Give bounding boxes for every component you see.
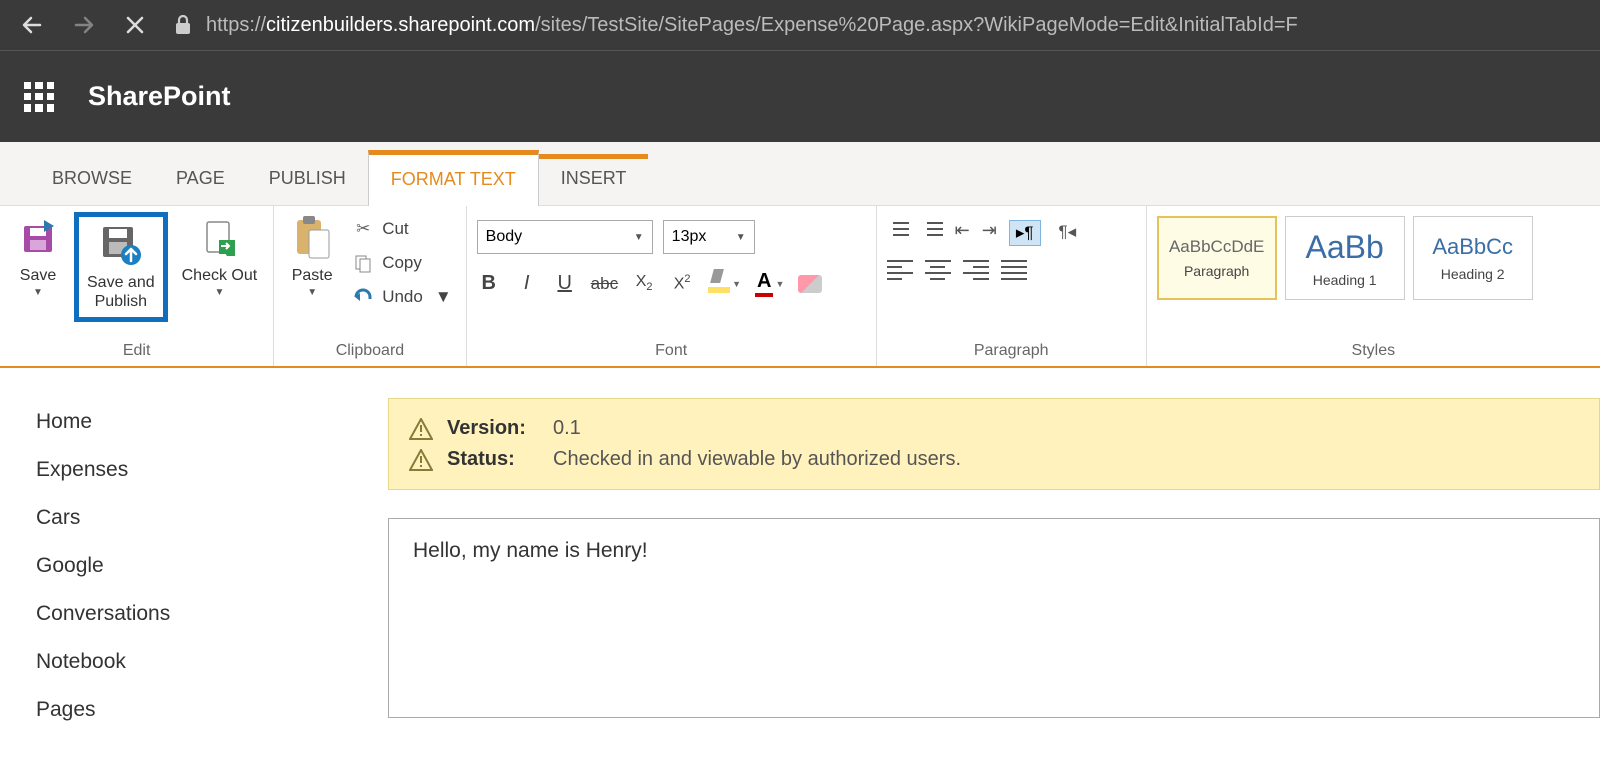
clear-format-button[interactable] [798, 275, 822, 293]
wiki-editor[interactable]: Hello, my name is Henry! [388, 518, 1600, 718]
undo-button[interactable]: Undo ▼ [348, 284, 455, 310]
strikethrough-button[interactable]: abc [591, 274, 618, 294]
warning-icon [409, 418, 433, 440]
ribbon-group-edit: Save ▼ Save and Publish Check Out ▼ Edit [0, 206, 274, 366]
check-out-button[interactable]: Check Out ▼ [176, 212, 264, 303]
sidebar-item-cars[interactable]: Cars [36, 494, 380, 542]
tab-browse[interactable]: BROWSE [30, 154, 154, 205]
bulleted-list-button[interactable] [887, 220, 909, 238]
copy-icon [352, 252, 374, 274]
sidebar-item-expenses[interactable]: Expenses [36, 446, 380, 494]
outdent-button[interactable]: ⇤ [955, 220, 970, 246]
save-and-publish-highlight: Save and Publish [74, 212, 168, 322]
subscript-button[interactable]: X2 [632, 273, 656, 293]
cut-button[interactable]: ✂ Cut [348, 216, 455, 242]
save-button[interactable]: Save ▼ [10, 212, 66, 303]
brand-label: SharePoint [88, 81, 231, 112]
save-and-publish-button[interactable]: Save and Publish [81, 219, 161, 315]
suite-bar: SharePoint [0, 50, 1600, 142]
main-content: HomeExpensesCarsGoogleConversationsNoteb… [0, 368, 1600, 765]
highlight-color-button[interactable]: ▼ [708, 275, 741, 293]
save-publish-icon [99, 223, 143, 267]
align-left-button[interactable] [887, 260, 913, 280]
font-color-icon: A [755, 270, 773, 297]
underline-button[interactable]: U [553, 272, 577, 295]
italic-button[interactable]: I [515, 272, 539, 295]
sidebar-item-conversations[interactable]: Conversations [36, 590, 380, 638]
cut-icon: ✂ [352, 218, 374, 240]
superscript-button[interactable]: X2 [670, 273, 694, 293]
address-bar[interactable]: https://citizenbuilders.sharepoint.com/s… [206, 14, 1298, 37]
status-bar: Version: 0.1 Status: Checked in and view… [388, 398, 1600, 490]
ribbon-group-paragraph: ⇤ ⇥ ▸¶ ¶◂ Paragraph [877, 206, 1147, 366]
numbered-list-button[interactable] [921, 220, 943, 238]
ribbon-tabs: BROWSE PAGE PUBLISH FORMAT TEXT INSERT [0, 142, 1600, 206]
font-size-dropdown[interactable]: 13px▼ [663, 220, 755, 254]
check-out-icon [197, 216, 241, 260]
tab-publish[interactable]: PUBLISH [247, 154, 368, 205]
paste-button[interactable]: Paste ▼ [284, 212, 340, 303]
align-justify-button[interactable] [1001, 260, 1027, 280]
save-icon [16, 216, 60, 260]
forward-button[interactable] [72, 13, 96, 37]
style-heading-2[interactable]: AaBbCcHeading 2 [1413, 216, 1533, 300]
highlighter-icon [708, 275, 730, 293]
style-heading-1[interactable]: AaBbHeading 1 [1285, 216, 1405, 300]
align-right-button[interactable] [963, 260, 989, 280]
browser-bar: https://citizenbuilders.sharepoint.com/s… [0, 0, 1600, 50]
copy-button[interactable]: Copy [348, 250, 455, 276]
bold-button[interactable]: B [477, 272, 501, 295]
ribbon: Save ▼ Save and Publish Check Out ▼ Edit [0, 206, 1600, 368]
stop-button[interactable] [124, 14, 146, 36]
eraser-icon [798, 275, 822, 293]
rtl-button[interactable]: ¶◂ [1053, 220, 1083, 246]
font-color-button[interactable]: A ▼ [755, 270, 784, 297]
style-paragraph[interactable]: AaBbCcDdEParagraph [1157, 216, 1277, 300]
sidebar-item-home[interactable]: Home [36, 398, 380, 446]
ribbon-group-clipboard: Paste ▼ ✂ Cut Copy Undo [274, 206, 466, 366]
sidebar-item-pages[interactable]: Pages [36, 686, 380, 734]
font-family-dropdown[interactable]: Body▼ [477, 220, 653, 254]
status-value: Checked in and viewable by authorized us… [553, 448, 961, 471]
sidebar-item-google[interactable]: Google [36, 542, 380, 590]
indent-button[interactable]: ⇥ [982, 220, 997, 246]
ribbon-group-styles: AaBbCcDdEParagraphAaBbHeading 1AaBbCcHea… [1147, 206, 1600, 366]
tab-format-text[interactable]: FORMAT TEXT [368, 150, 539, 206]
version-label: Version: [447, 417, 539, 440]
ltr-button[interactable]: ▸¶ [1009, 220, 1041, 246]
status-label: Status: [447, 448, 539, 471]
app-launcher-icon[interactable] [24, 82, 54, 112]
tab-insert[interactable]: INSERT [539, 154, 649, 205]
warning-icon [409, 449, 433, 471]
left-nav: HomeExpensesCarsGoogleConversationsNoteb… [0, 368, 380, 765]
sidebar-item-notebook[interactable]: Notebook [36, 638, 380, 686]
ribbon-group-font: Body▼ 13px▼ B I U abc X2 X2 ▼ A ▼ [467, 206, 877, 366]
lock-icon [174, 15, 192, 35]
paste-icon [290, 216, 334, 260]
version-value: 0.1 [553, 417, 581, 440]
back-button[interactable] [20, 13, 44, 37]
undo-icon [352, 286, 374, 308]
align-center-button[interactable] [925, 260, 951, 280]
tab-page[interactable]: PAGE [154, 154, 247, 205]
